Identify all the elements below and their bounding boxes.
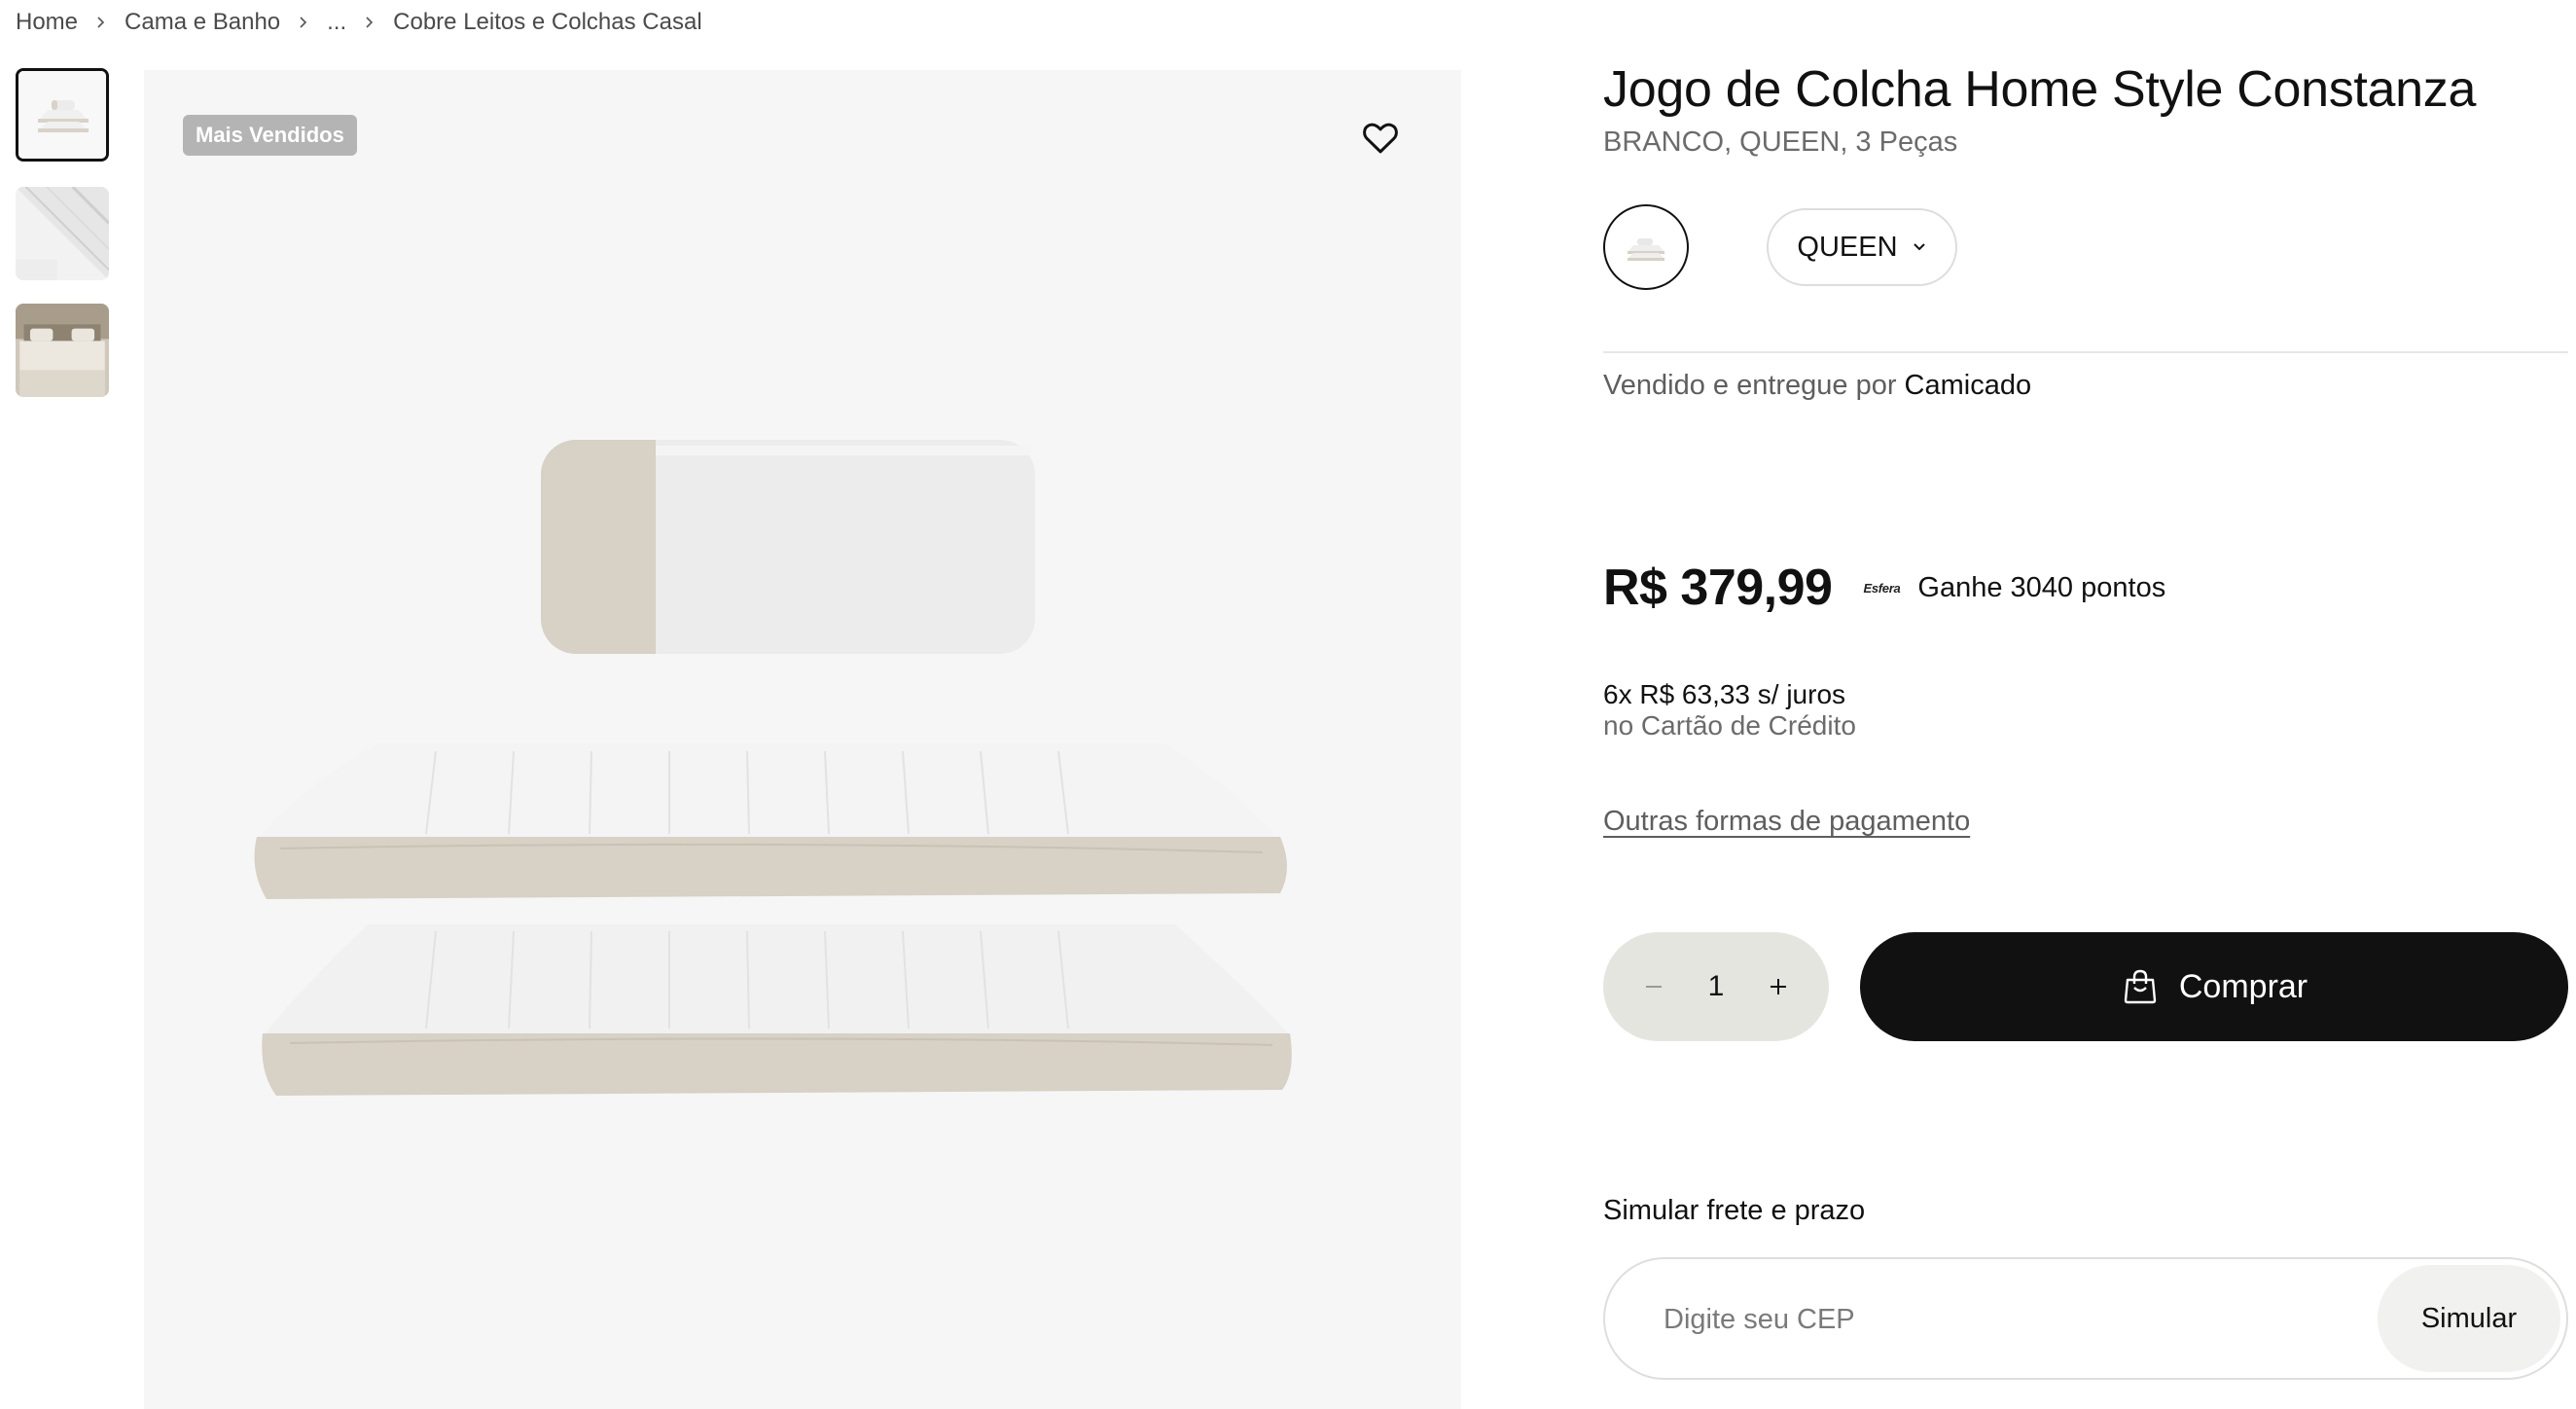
quantity-stepper: 1 — [1603, 932, 1829, 1041]
simulate-button[interactable]: Simular — [2378, 1265, 2560, 1372]
thumbnail-2[interactable] — [16, 187, 109, 280]
breadcrumb-home[interactable]: Home — [16, 9, 78, 36]
bedroom-thumbnail — [16, 304, 109, 397]
chevron-right-icon — [78, 16, 125, 29]
product-variant: BRANCO, QUEEN, 3 Peças — [1603, 126, 1958, 158]
chevron-down-icon — [1913, 243, 1925, 251]
quilt-fold-thumbnail — [16, 187, 109, 280]
breadcrumb-ellipsis[interactable]: ... — [327, 9, 346, 36]
bedspread-set-image — [144, 70, 1461, 1409]
seller-name[interactable]: Camicado — [1905, 370, 2032, 401]
breadcrumb-current[interactable]: Cobre Leitos e Colchas Casal — [393, 9, 702, 36]
seller-label: Vendido e entregue por — [1603, 370, 1897, 401]
size-select-value: QUEEN — [1797, 231, 1898, 263]
seller-info: Vendido e entregue por Camicado — [1603, 370, 2031, 402]
divider — [1603, 351, 2568, 353]
chevron-right-icon — [280, 16, 327, 29]
buy-button[interactable]: Comprar — [1860, 932, 2568, 1041]
size-select[interactable]: QUEEN — [1767, 208, 1957, 286]
breadcrumb: Home Cama e Banho ... Cobre Leitos e Col… — [16, 6, 702, 39]
esfera-logo: Esfera — [1863, 580, 1901, 596]
best-seller-badge: Mais Vendidos — [183, 115, 357, 156]
installments-note: no Cartão de Crédito — [1603, 710, 1856, 741]
cep-input[interactable] — [1664, 1288, 2344, 1351]
quantity-value: 1 — [1707, 970, 1725, 1002]
bedspread-swatch-icon — [1628, 238, 1664, 261]
shopping-bag-icon — [2124, 969, 2157, 1004]
loyalty-points: Ganhe 3040 pontos — [1917, 571, 2166, 603]
chevron-right-icon — [346, 16, 393, 29]
breadcrumb-cama-e-banho[interactable]: Cama e Banho — [125, 9, 280, 36]
product-price: R$ 379,99 — [1603, 560, 1833, 616]
shipping-label: Simular frete e prazo — [1603, 1195, 1866, 1226]
installments: 6x R$ 63,33 s/ juros — [1603, 679, 1846, 709]
minus-icon[interactable] — [1632, 965, 1675, 1008]
color-swatch[interactable] — [1603, 204, 1689, 290]
heart-icon[interactable] — [1360, 117, 1401, 158]
plus-icon[interactable] — [1757, 965, 1800, 1008]
bedspread-set-thumbnail — [18, 71, 106, 159]
cep-form: Simular — [1603, 1257, 2568, 1380]
thumbnail-3[interactable] — [16, 304, 109, 397]
price-row: R$ 379,99 Esfera Ganhe 3040 pontos — [1603, 559, 2165, 617]
product-title: Jogo de Colcha Home Style Constanza — [1603, 61, 2477, 118]
buy-button-label: Comprar — [2178, 967, 2308, 1005]
other-payments-link[interactable]: Outras formas de pagamento — [1603, 806, 1970, 838]
thumbnail-1[interactable] — [16, 68, 109, 162]
product-image[interactable]: Mais Vendidos — [144, 70, 1461, 1409]
product-info: Jogo de Colcha Home Style Constanza BRAN… — [1603, 0, 2568, 1409]
